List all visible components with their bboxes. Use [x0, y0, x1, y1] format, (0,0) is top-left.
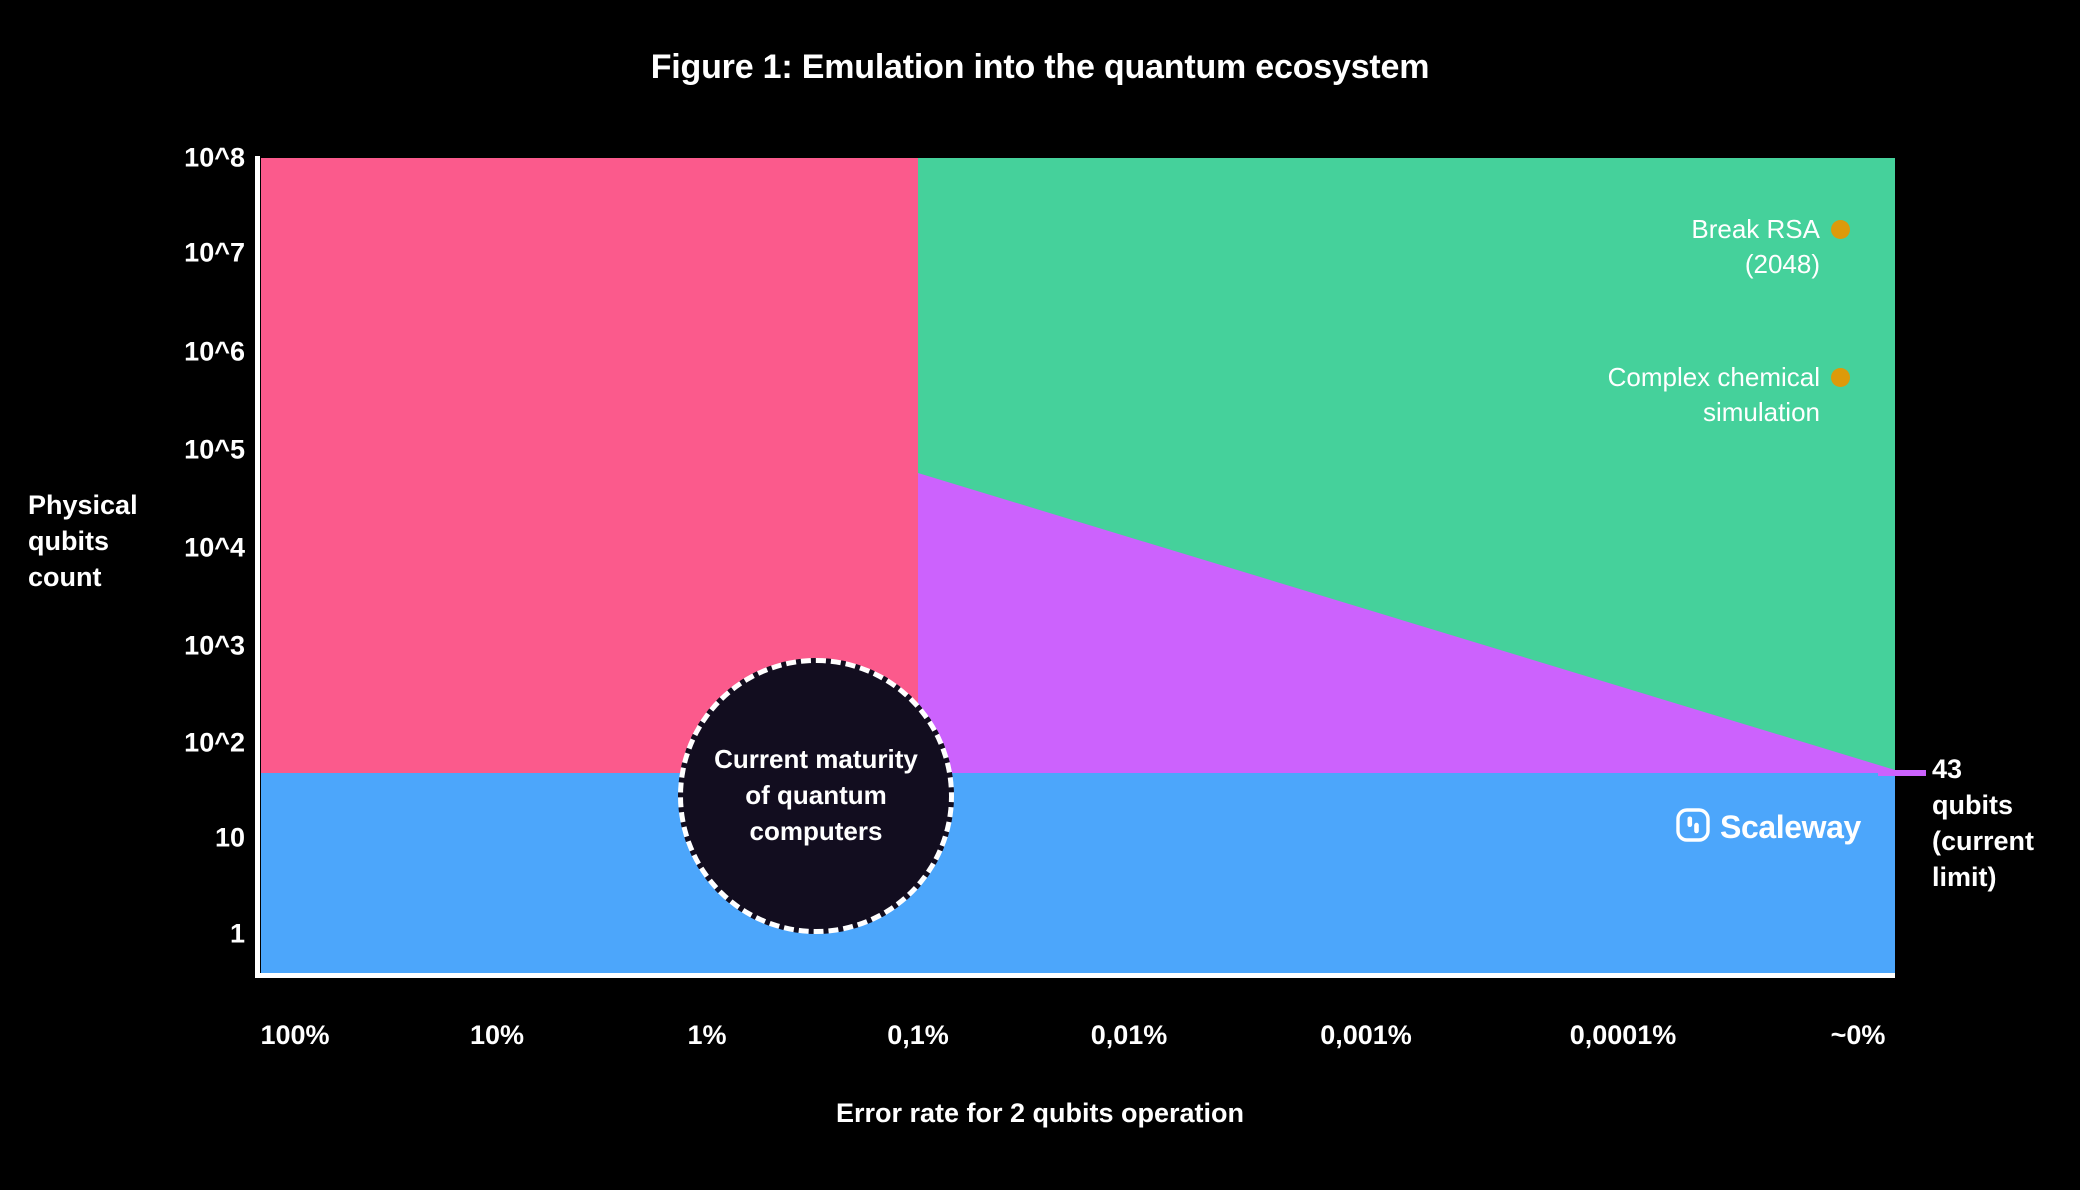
current-limit-line3: (current: [1932, 825, 2035, 856]
annotation-break-rsa-sublabel: (2048): [1744, 248, 1820, 279]
annotation-break-rsa-label: Break RSA: [1691, 214, 1820, 244]
x-axis-title: Error rate for 2 qubits operation: [835, 1098, 1245, 1128]
x-tick-1pct: 1%: [687, 1020, 727, 1050]
region-emulation: [261, 773, 1895, 973]
y-tick-1: 1: [229, 918, 245, 949]
y-axis-line: [255, 156, 260, 978]
maturity-line2: of quantum: [745, 780, 887, 811]
annotation-chem-sublabel: simulation: [1702, 396, 1820, 427]
y-tick-10e7: 10^7: [184, 237, 245, 268]
annotation-current-maturity-text: Current maturity of quantum computers: [714, 742, 918, 850]
x-tick-0p01pct: 0,01%: [1090, 1020, 1168, 1050]
maturity-line1: Current maturity: [714, 744, 918, 775]
callout-connector-line: [1878, 770, 1926, 776]
y-tick-10e8: 10^8: [184, 142, 245, 173]
scaleway-mark-icon: [1676, 808, 1710, 847]
y-axis-title-line1: Physical: [28, 490, 138, 520]
x-tick-0p0001pct: 0,0001%: [1569, 1020, 1677, 1050]
maturity-line3: computers: [749, 815, 883, 846]
x-axis-line: [255, 973, 1895, 978]
y-tick-10e2: 10^2: [184, 727, 245, 758]
current-limit-line4: limit): [1932, 861, 1997, 892]
y-axis-title: Physical qubits count: [28, 488, 178, 596]
orange-dot-icon: [1831, 219, 1850, 239]
annotation-break-rsa: Break RSA (2048): [1450, 212, 1850, 281]
scaleway-logo: Scaleway: [1676, 808, 1861, 847]
x-tick-100pct: 100%: [260, 1020, 330, 1050]
annotation-break-rsa-row1: Break RSA: [1450, 212, 1850, 247]
y-tick-10: 10: [214, 822, 245, 853]
x-tick-0p1pct: 0,1%: [887, 1020, 949, 1050]
current-limit-line1: 43: [1932, 754, 1963, 784]
annotation-current-limit: 43 qubits (current limit): [1932, 752, 2080, 896]
annotation-current-maturity-bubble: Current maturity of quantum computers: [678, 658, 954, 934]
y-tick-10e5: 10^5: [184, 434, 245, 465]
annotation-complex-chemical-simulation: Complex chemical simulation: [1400, 360, 1850, 429]
x-tick-approx0pct: ~0%: [1830, 1020, 1886, 1050]
page-title: Figure 1: Emulation into the quantum eco…: [650, 48, 1430, 86]
y-tick-10e3: 10^3: [184, 630, 245, 661]
annotation-chem-row1: Complex chemical: [1400, 360, 1850, 395]
x-axis-tick-labels: 100% 10% 1% 0,1% 0,01% 0,001% 0,0001% ~0…: [0, 1020, 2080, 1060]
y-tick-10e6: 10^6: [184, 336, 245, 367]
scaleway-wordmark: Scaleway: [1720, 809, 1861, 845]
current-limit-line2: qubits: [1932, 789, 2013, 820]
orange-dot-icon: [1831, 367, 1850, 387]
annotation-chem-label: Complex chemical: [1607, 362, 1820, 392]
y-axis-title-line3: count: [28, 561, 102, 592]
x-tick-10pct: 10%: [469, 1020, 525, 1050]
y-axis-title-line2: qubits: [28, 525, 109, 556]
x-tick-0p001pct: 0,001%: [1320, 1020, 1412, 1050]
